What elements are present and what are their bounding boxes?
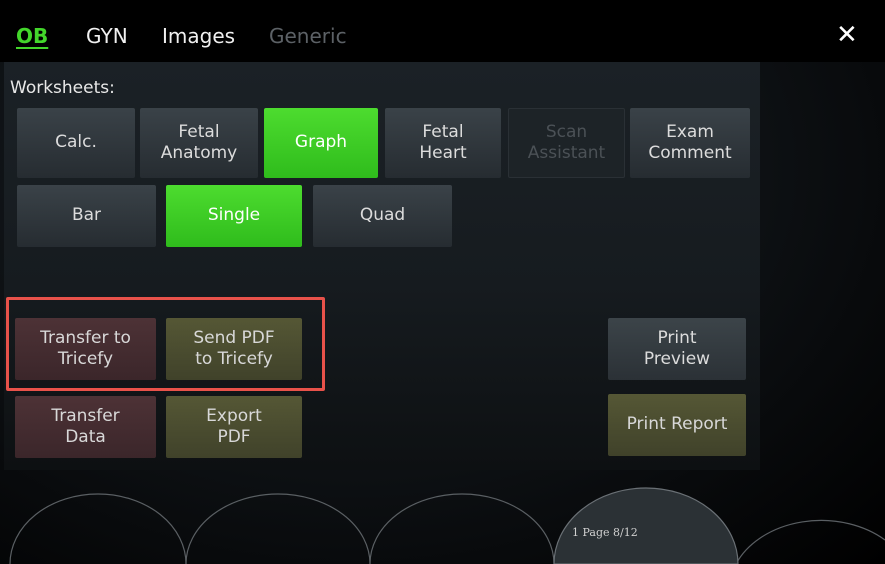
scan-assistant-button: Scan Assistant [508, 108, 625, 178]
knob-1-arc [9, 493, 187, 564]
tab-gyn[interactable]: GYN [86, 24, 128, 48]
single-button[interactable]: Single [166, 185, 302, 247]
send-pdf-to-tricefy-button[interactable]: Send PDF to Tricefy [166, 318, 302, 380]
tab-bar: OB GYN Images Generic ✕ [0, 0, 885, 62]
fetal-heart-button[interactable]: Fetal Heart [385, 108, 501, 178]
transfer-data-button[interactable]: Transfer Data [15, 396, 156, 458]
page-indicator[interactable]: 1 Page 8/12 [572, 526, 638, 539]
knob-arcs [9, 487, 885, 564]
knob-5-arc [735, 519, 885, 564]
bar-button[interactable]: Bar [17, 185, 156, 247]
calc-button[interactable]: Calc. [17, 108, 135, 178]
close-icon[interactable]: ✕ [836, 20, 858, 50]
print-preview-button[interactable]: Print Preview [608, 318, 746, 380]
knob-2-arc [185, 493, 371, 564]
tab-generic: Generic [269, 24, 347, 48]
fetal-anatomy-button[interactable]: Fetal Anatomy [140, 108, 258, 178]
transfer-to-tricefy-button[interactable]: Transfer to Tricefy [15, 318, 156, 380]
export-pdf-button[interactable]: Export PDF [166, 396, 302, 458]
graph-button[interactable]: Graph [264, 108, 378, 178]
worksheets-label: Worksheets: [10, 78, 115, 98]
ultrasound-report-screen: OB GYN Images Generic ✕ Worksheets: Calc… [0, 0, 885, 564]
tab-ob[interactable]: OB [16, 24, 48, 48]
print-report-button[interactable]: Print Report [608, 394, 746, 456]
knob-3-arc [369, 493, 555, 564]
quad-button[interactable]: Quad [313, 185, 452, 247]
tab-images[interactable]: Images [162, 24, 235, 48]
exam-comment-button[interactable]: Exam Comment [630, 108, 750, 178]
